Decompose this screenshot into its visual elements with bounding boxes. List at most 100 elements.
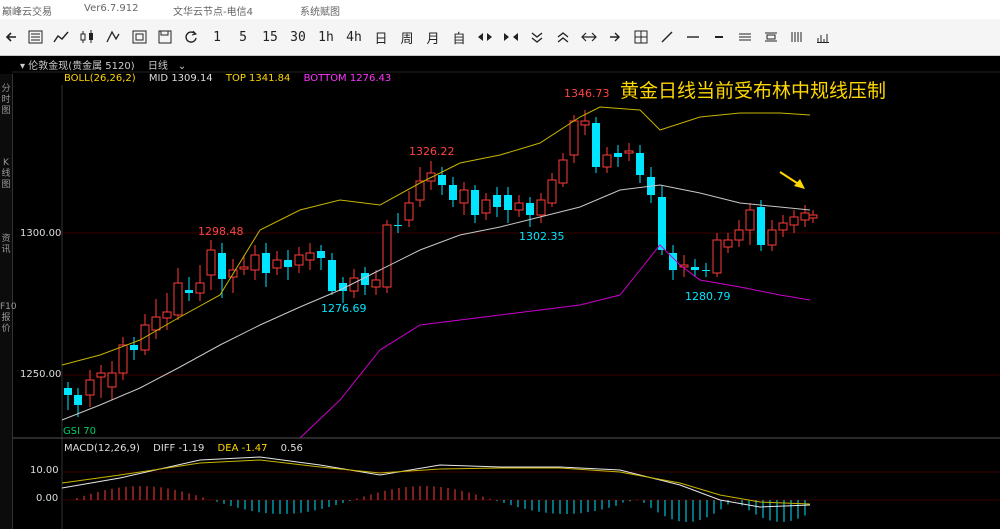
price-label-1300: 1300.00 xyxy=(20,228,62,239)
period-1h[interactable]: 1h xyxy=(312,19,340,55)
period-30min[interactable]: 30 xyxy=(284,19,312,55)
candle-body xyxy=(636,153,644,175)
candle-body xyxy=(767,229,777,246)
candle-body xyxy=(471,190,479,215)
peak-label-1326: 1326.22 xyxy=(409,145,455,158)
chevron-double-up-icon[interactable] xyxy=(550,19,576,55)
arrow-left-icon[interactable] xyxy=(0,19,22,55)
candle-body xyxy=(394,225,402,226)
list-icon[interactable] xyxy=(22,19,48,55)
candle-body xyxy=(218,253,226,279)
candle-body xyxy=(449,185,457,200)
candle-body xyxy=(614,153,622,157)
candle-body xyxy=(185,290,193,293)
period-5min[interactable]: 5 xyxy=(230,19,256,55)
dea-label: DEA -1.47 xyxy=(217,443,268,454)
candle-body xyxy=(262,253,270,273)
candle-body xyxy=(691,267,699,270)
chevron-double-down-icon[interactable] xyxy=(524,19,550,55)
channel-icon[interactable] xyxy=(758,19,784,55)
candle-body xyxy=(702,270,710,271)
candle-body xyxy=(459,189,469,204)
arrow-left-right-icon[interactable] xyxy=(576,19,602,55)
candle-body xyxy=(239,266,249,270)
macd-dea-line xyxy=(61,459,811,505)
period-label[interactable]: 日线 xyxy=(148,57,168,72)
candle-body xyxy=(592,123,600,167)
candle-body xyxy=(778,222,788,231)
candle-body xyxy=(580,120,590,126)
arrow-right-icon[interactable] xyxy=(602,19,628,55)
line-chart-icon[interactable] xyxy=(48,19,74,55)
period-4h[interactable]: 4h xyxy=(340,19,368,55)
hline-icon[interactable] xyxy=(680,19,706,55)
candle-body xyxy=(658,197,666,250)
boll-label[interactable]: BOLL(26,26,2) xyxy=(64,73,136,84)
boll-info-bar: BOLL(26,26,2) MID 1309.14 TOP 1341.84 BO… xyxy=(64,73,401,87)
macd-label[interactable]: MACD(12,26,9) xyxy=(64,443,140,454)
candle-body xyxy=(317,251,325,258)
chart-info-bar: ▾ 伦敦金现(贵金属 5120) 日线 ⌄ xyxy=(20,57,186,72)
volume-icon[interactable] xyxy=(810,19,836,55)
price-label-1250: 1250.00 xyxy=(20,369,62,380)
candle-icon[interactable] xyxy=(74,19,100,55)
candle-body xyxy=(294,254,304,266)
app-name: 巅峰云交易 xyxy=(2,7,52,18)
save-icon[interactable] xyxy=(152,19,178,55)
candle-body xyxy=(328,260,336,291)
candle-body xyxy=(118,344,128,374)
candle-body xyxy=(64,388,72,395)
tab-time-sharing[interactable]: 分时图 xyxy=(0,84,12,117)
peak-label-1298: 1298.48 xyxy=(198,225,244,238)
candle-body xyxy=(130,345,138,350)
system-menu[interactable]: 系统赋图 xyxy=(300,3,340,18)
period-day[interactable]: 日 xyxy=(368,19,394,55)
candle-body xyxy=(96,372,106,378)
tab-news[interactable]: 资讯 xyxy=(0,234,12,256)
title-bar: 巅峰云交易 Ver6.7.912 文华云节点-电信4 系统赋图 xyxy=(0,0,1000,19)
arrow-annotation xyxy=(779,171,805,189)
period-1min[interactable]: 1 xyxy=(204,19,230,55)
dash-icon[interactable] xyxy=(706,19,732,55)
candle-body xyxy=(481,199,491,214)
period-dropdown-icon[interactable]: ⌄ xyxy=(178,61,186,72)
candle-body xyxy=(74,395,82,405)
zoom-in-icon[interactable] xyxy=(472,19,498,55)
symbol-label: 伦敦金现(贵金属 5120) xyxy=(28,61,135,72)
period-custom[interactable]: 自 xyxy=(446,19,472,55)
candle-body xyxy=(624,150,634,154)
frame-icon[interactable] xyxy=(126,19,152,55)
candle-body xyxy=(195,282,205,294)
refresh-icon[interactable] xyxy=(178,19,204,55)
candle-body xyxy=(800,212,810,221)
grid-icon[interactable] xyxy=(628,19,654,55)
candle-body xyxy=(107,372,117,388)
tab-f10[interactable]: F10报价 xyxy=(0,302,17,335)
candle-body xyxy=(757,207,765,245)
period-15min[interactable]: 15 xyxy=(256,19,284,55)
macd-info-bar: MACD(12,26,9) DIFF -1.19 DEA -1.47 0.56 xyxy=(64,443,313,457)
candle-body xyxy=(504,195,512,210)
tab-kline[interactable]: K线图 xyxy=(0,158,12,191)
zoom-out-icon[interactable] xyxy=(498,19,524,55)
peak-label-1346: 1346.73 xyxy=(564,87,610,100)
candle-body xyxy=(85,379,95,396)
bars-icon[interactable] xyxy=(784,19,810,55)
period-week[interactable]: 周 xyxy=(394,19,420,55)
left-tab-strip: 分时图 K线图 资讯 F10报价 xyxy=(0,74,17,529)
candle-body xyxy=(602,154,612,168)
draw-tool-icon[interactable] xyxy=(100,19,126,55)
trendline-icon[interactable] xyxy=(654,19,680,55)
period-month[interactable]: 月 xyxy=(420,19,446,55)
candle-body xyxy=(547,179,557,204)
kline-chart[interactable]: 1298.48 1326.22 1346.73 1276.69 1302.35 … xyxy=(0,55,1000,529)
candle-body xyxy=(151,316,161,331)
dropdown-icon[interactable]: ▾ xyxy=(20,61,28,72)
parallel-lines-icon[interactable] xyxy=(732,19,758,55)
candle-body xyxy=(723,239,733,248)
candle-body xyxy=(382,224,392,288)
candle-body xyxy=(558,159,568,184)
candle-body xyxy=(526,203,534,215)
candle-body xyxy=(712,239,722,274)
candle-body xyxy=(162,311,172,319)
